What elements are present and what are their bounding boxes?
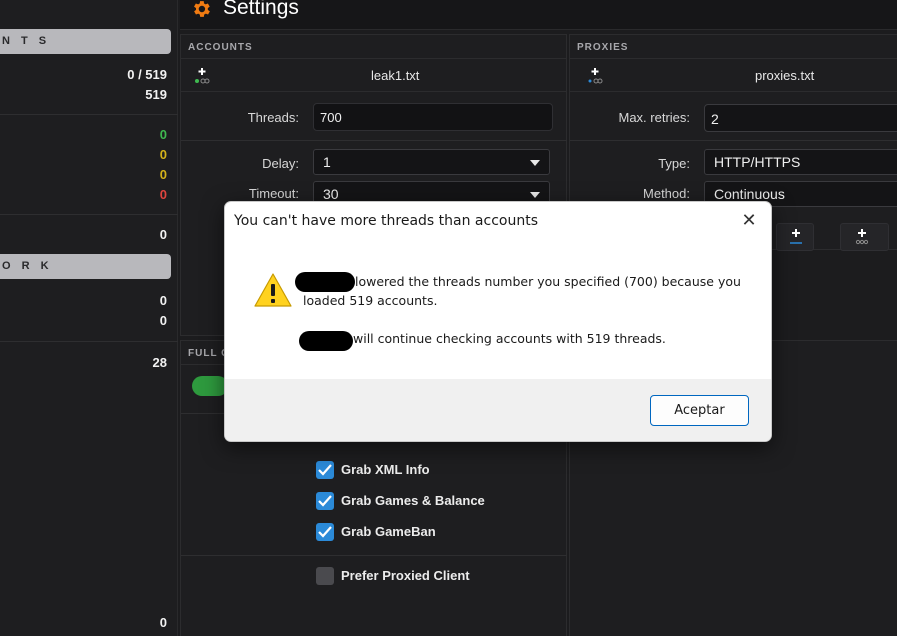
full-capture-toggle[interactable]: [192, 376, 228, 396]
accounts-file-row[interactable]: leak1.txt: [181, 60, 566, 92]
add-proxies-icon[interactable]: [586, 67, 604, 85]
prefer-proxied-label: Prefer Proxied Client: [341, 568, 470, 583]
proxies-file-row[interactable]: proxies.txt: [570, 60, 897, 92]
dialog-message-line2: will continue checking accounts with 519…: [353, 331, 666, 346]
checkbox-unchecked-icon: [316, 567, 334, 585]
max-retries-label: Max. retries:: [618, 110, 690, 125]
section-header-network: O R K: [0, 254, 171, 279]
proxies-header: PROXIES: [570, 35, 897, 59]
divider: [570, 140, 897, 141]
method-label: Method:: [643, 186, 690, 201]
gear-icon: [194, 1, 210, 17]
threads-input[interactable]: 700: [313, 103, 553, 131]
accept-button[interactable]: Aceptar: [650, 395, 749, 426]
proxy-tool-button-2[interactable]: [840, 223, 889, 251]
grab-games-label: Grab Games & Balance: [341, 493, 485, 508]
checkbox-checked-icon: [316, 461, 334, 479]
dialog-message-line1a: lowered the threads number you specified…: [355, 274, 741, 289]
proxy-tool-button-1[interactable]: [776, 223, 814, 251]
divider: [0, 341, 178, 342]
network-stat-1: 0: [159, 293, 167, 308]
fails-stat: 0: [159, 187, 167, 202]
title-bar: Settings: [180, 0, 897, 30]
proxy-method-value: Continuous: [714, 186, 785, 202]
dialog-footer: Aceptar: [225, 379, 771, 441]
message-dialog: You can't have more threads than account…: [224, 201, 772, 442]
redaction-mark: [299, 331, 353, 351]
cpm-stat: 28: [152, 355, 167, 370]
free-stat: 0: [159, 147, 167, 162]
bottom-stat: 0: [159, 615, 167, 630]
accounts-header: ACCOUNTS: [181, 35, 566, 59]
dialog-title: You can't have more threads than account…: [234, 213, 539, 229]
chevron-down-icon: [530, 192, 540, 198]
add-icon: [855, 229, 869, 245]
checkbox-checked-icon: [316, 492, 334, 510]
delay-select[interactable]: 1: [313, 149, 550, 175]
chevron-down-icon: [530, 160, 540, 166]
retries-stat: 0: [159, 227, 167, 242]
network-stat-2: 0: [159, 313, 167, 328]
progress-stat: 0 / 519: [127, 67, 167, 82]
hits-stat: 0: [159, 127, 167, 142]
timeout-value: 30: [323, 186, 339, 202]
stats-sidebar: N T S 0 / 519 519 0 0 0 0 0 O R K 0 0 28…: [0, 0, 178, 636]
dialog-message-line1b: loaded 519 accounts.: [303, 293, 438, 308]
grab-gameban-label: Grab GameBan: [341, 524, 436, 539]
checkbox-checked-icon: [316, 523, 334, 541]
section-header-accounts: N T S: [0, 29, 171, 54]
divider: [0, 214, 178, 215]
proxies-file-name: proxies.txt: [755, 68, 815, 83]
divider: [181, 140, 567, 141]
close-icon[interactable]: ✕: [739, 210, 759, 230]
page-title: Settings: [223, 0, 299, 19]
proxy-type-select[interactable]: HTTP/HTTPS: [704, 149, 897, 175]
divider: [181, 555, 567, 556]
threads-label: Threads:: [247, 110, 299, 125]
type-label: Type:: [658, 156, 690, 171]
warning-icon: [254, 273, 292, 307]
add-icon: [790, 229, 802, 244]
redaction-mark: [295, 272, 355, 292]
delay-label: Delay:: [262, 156, 299, 171]
delay-value: 1: [323, 154, 331, 170]
total-stat: 519: [145, 87, 167, 102]
add-accounts-icon[interactable]: [193, 67, 211, 85]
divider: [0, 114, 178, 115]
accounts-file-name: leak1.txt: [371, 68, 420, 83]
timeout-label: Timeout:: [248, 186, 299, 201]
custom-stat: 0: [159, 167, 167, 182]
max-retries-input[interactable]: 2: [704, 104, 897, 132]
grab-xml-label: Grab XML Info: [341, 462, 430, 477]
proxy-type-value: HTTP/HTTPS: [714, 154, 801, 170]
